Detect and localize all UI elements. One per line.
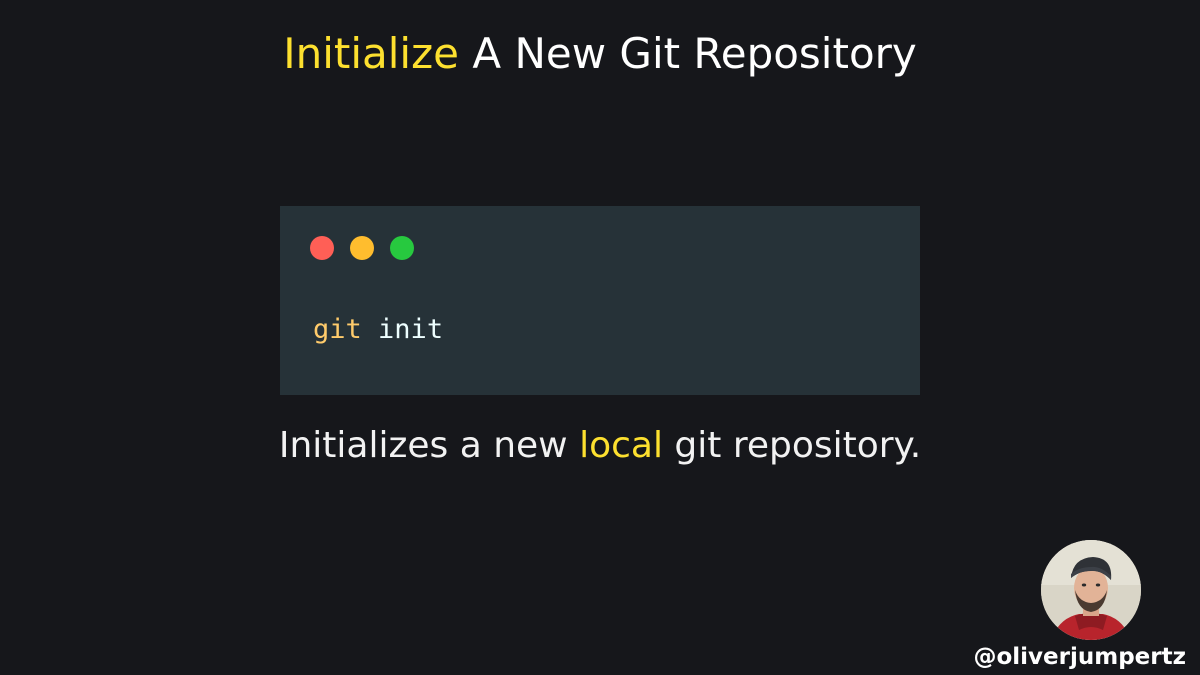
description: Initializes a new local git repository.: [0, 422, 1200, 470]
author-handle: @oliverjumpertz: [973, 644, 1186, 670]
code-window: [280, 206, 920, 395]
maximize-dot-icon: [390, 236, 414, 260]
avatar-portrait-icon: [1041, 540, 1141, 640]
title-highlight: Initialize: [283, 29, 459, 78]
minimize-dot-icon: [350, 236, 374, 260]
page-title: Initialize A New Git Repository: [0, 26, 1200, 82]
description-highlight: local: [579, 425, 663, 466]
description-after: git repository.: [674, 425, 922, 466]
code-argument: init: [378, 314, 444, 345]
code-line: git init: [313, 312, 443, 348]
title-rest: A New Git Repository: [472, 29, 917, 78]
code-command: git: [313, 314, 362, 345]
close-dot-icon: [310, 236, 334, 260]
description-before: Initializes a new: [278, 425, 568, 466]
avatar: [1041, 540, 1141, 640]
